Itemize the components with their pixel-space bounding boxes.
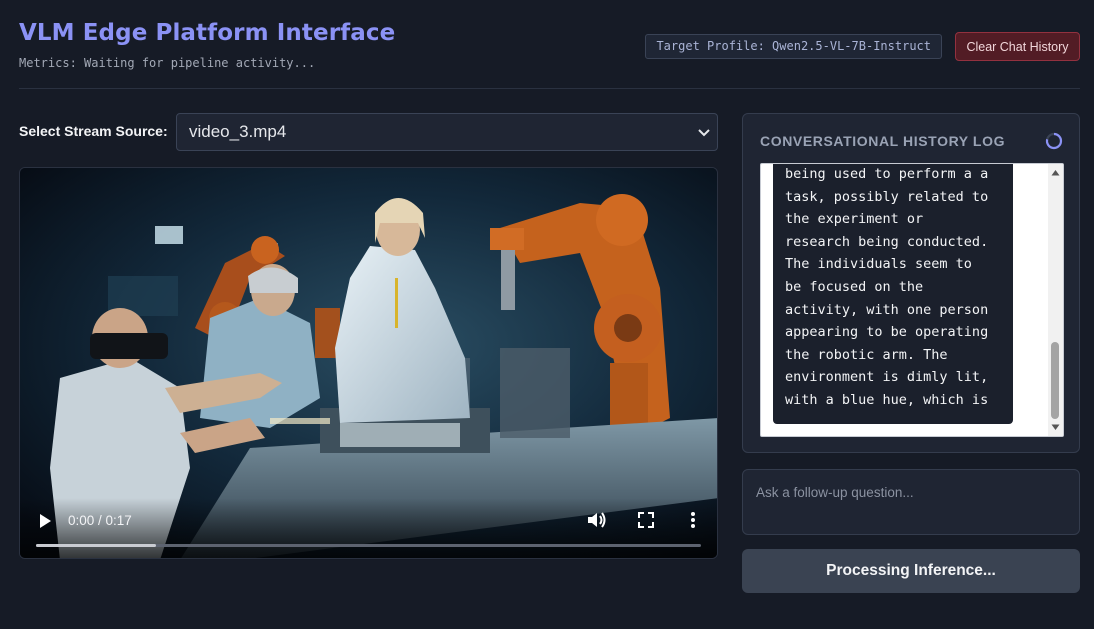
video-progress-bar[interactable] xyxy=(36,544,701,547)
page-title: VLM Edge Platform Interface xyxy=(19,20,396,46)
loading-spinner-icon xyxy=(1045,132,1063,150)
clear-chat-history-button[interactable]: Clear Chat History xyxy=(955,32,1080,61)
history-log-scrollbox[interactable]: being used to perform a a task, possibly… xyxy=(760,163,1064,437)
video-buffered-fill xyxy=(36,544,156,547)
history-panel: CONVERSATIONAL HISTORY LOG being used to… xyxy=(742,113,1080,453)
chevron-down-icon xyxy=(698,129,710,137)
fullscreen-icon[interactable] xyxy=(636,510,656,530)
stream-source-select[interactable]: video_3.mp4 xyxy=(176,113,718,151)
history-scrollbar[interactable] xyxy=(1048,164,1063,436)
history-message-text: being used to perform a a task, possibly… xyxy=(785,166,989,408)
header: VLM Edge Platform Interface Metrics: Wai… xyxy=(19,0,1080,89)
stream-source-label: Select Stream Source: xyxy=(19,123,168,139)
video-player[interactable]: 0:00 / 0:17 xyxy=(19,167,718,559)
history-scroll-thumb[interactable] xyxy=(1051,342,1059,419)
more-vertical-icon[interactable] xyxy=(686,510,700,530)
video-time: 0:00 / 0:17 xyxy=(68,513,132,528)
volume-icon[interactable] xyxy=(586,510,608,530)
video-controls: 0:00 / 0:17 xyxy=(20,498,717,558)
scroll-up-arrow-icon[interactable] xyxy=(1051,169,1060,176)
follow-up-question-input[interactable] xyxy=(742,469,1080,535)
history-message: being used to perform a a task, possibly… xyxy=(773,164,1013,424)
stream-source-value: video_3.mp4 xyxy=(189,122,287,141)
history-title: CONVERSATIONAL HISTORY LOG xyxy=(760,133,1006,149)
play-icon[interactable] xyxy=(36,512,54,530)
metrics-status: Metrics: Waiting for pipeline activity..… xyxy=(19,56,316,70)
target-profile-badge: Target Profile: Qwen2.5-VL-7B-Instruct xyxy=(645,34,942,59)
scroll-down-arrow-icon[interactable] xyxy=(1051,424,1060,431)
processing-inference-button[interactable]: Processing Inference... xyxy=(742,549,1080,593)
